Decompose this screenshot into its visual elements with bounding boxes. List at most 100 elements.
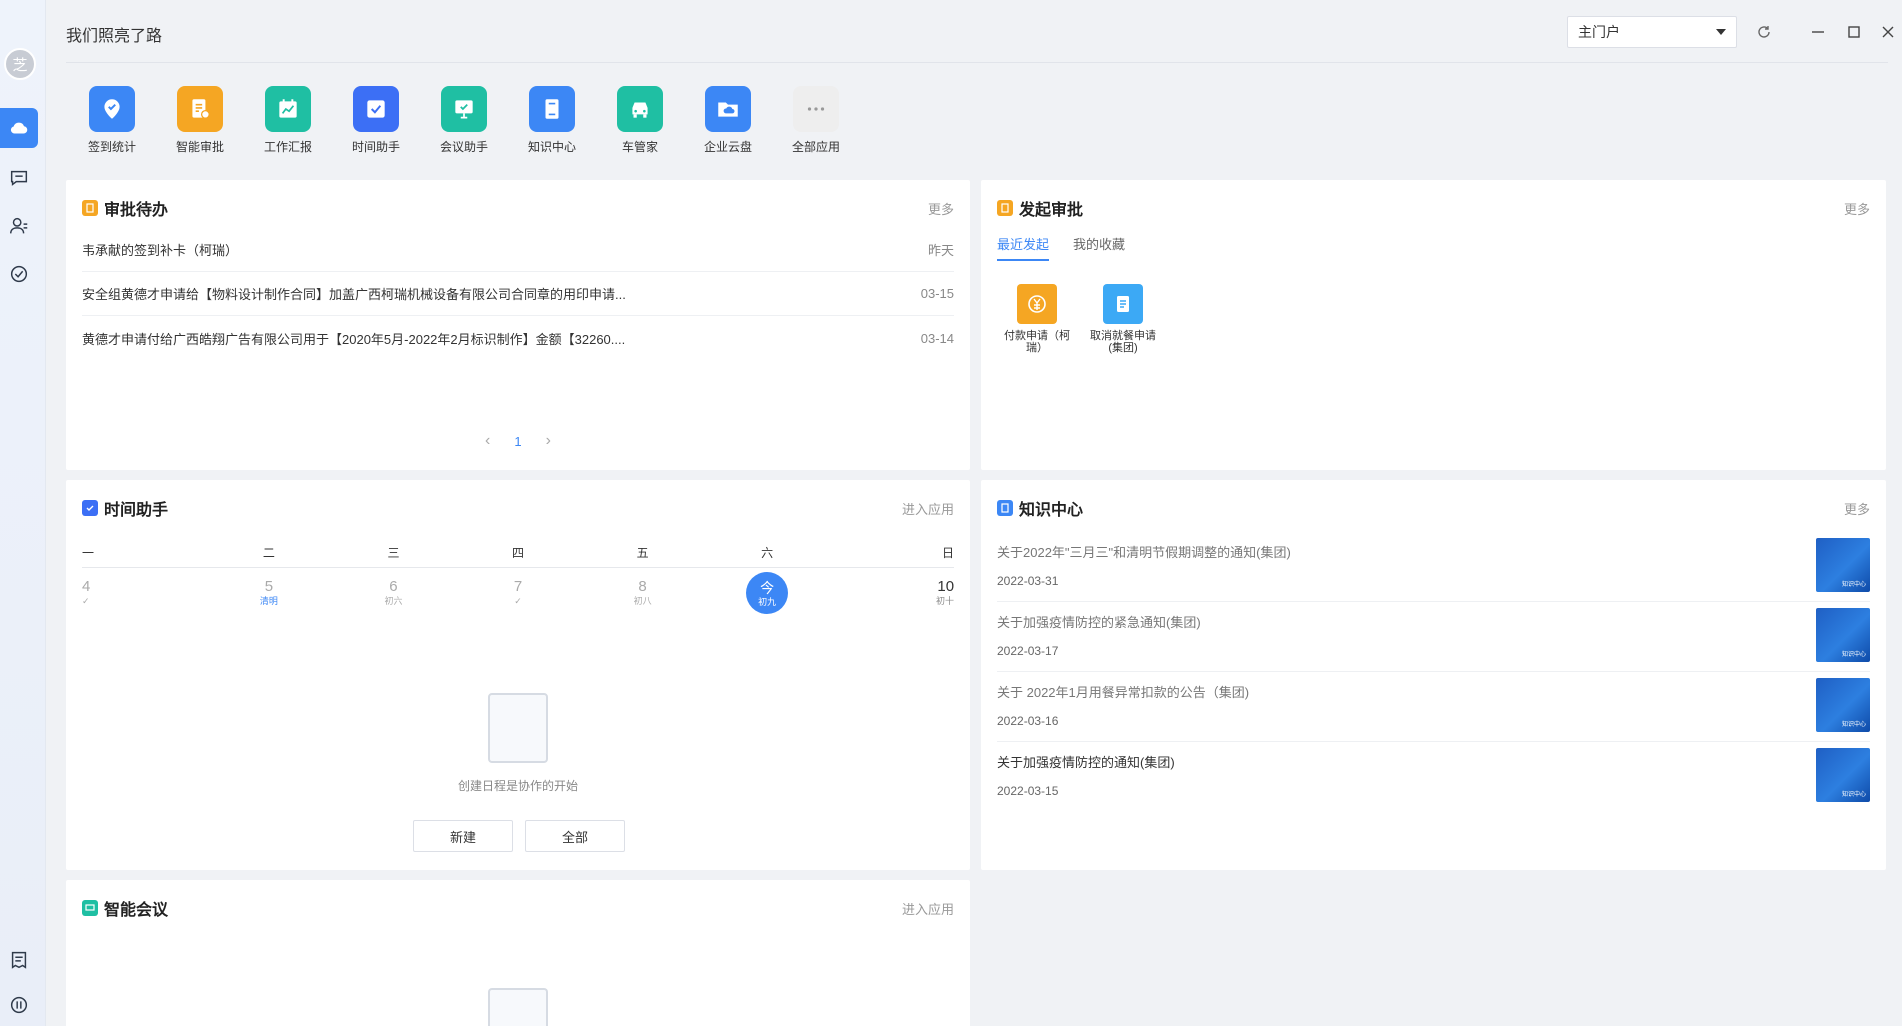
- location-pin-icon: [89, 86, 135, 132]
- app-cloud-drive[interactable]: 企业云盘: [684, 86, 772, 155]
- calendar-day-today[interactable]: 今 初九: [705, 572, 830, 628]
- card-title-text: 审批待办: [104, 202, 169, 219]
- weekday-label: 三: [387, 546, 400, 560]
- rail-item-settings[interactable]: [0, 985, 38, 1025]
- rail-item-contacts[interactable]: [0, 206, 38, 246]
- new-schedule-button[interactable]: 新建: [413, 820, 513, 852]
- more-link[interactable]: 更多: [1844, 499, 1870, 518]
- flow-label: 取消就餐申请(集团): [1090, 330, 1156, 354]
- meeting-screen-icon: [441, 86, 487, 132]
- portal-select[interactable]: 主门户: [1567, 16, 1737, 48]
- list-item[interactable]: 关于加强疫情防控的紧急通知(集团) 2022-03-17 知识中心: [997, 602, 1870, 672]
- approval-doc-icon: [177, 86, 223, 132]
- card-title: 智能会议: [82, 896, 168, 920]
- flow-cancel-meal[interactable]: 取消就餐申请(集团): [1083, 284, 1163, 354]
- article-thumbnail: 知识中心: [1816, 748, 1870, 802]
- day-sub: 清明: [259, 596, 278, 606]
- app-label: 全部应用: [791, 140, 840, 154]
- weekday-label: 六: [761, 546, 774, 560]
- tab-recent[interactable]: 最近发起: [997, 234, 1050, 261]
- card-title: 时间助手: [82, 496, 168, 520]
- enter-app-link[interactable]: 进入应用: [902, 899, 954, 918]
- minimize-button[interactable]: [1806, 20, 1830, 44]
- weekday-label: 二: [262, 546, 275, 560]
- empty-schedule-icon: [488, 693, 548, 763]
- rail-item-notes[interactable]: [0, 940, 38, 980]
- list-item[interactable]: 关于加强疫情防控的通知(集团) 2022-03-15 知识中心: [997, 742, 1870, 812]
- list-item[interactable]: 关于 2022年1月用餐异常扣款的公告（集团) 2022-03-16 知识中心: [997, 672, 1870, 742]
- calendar-day[interactable]: 4 ✓: [82, 578, 207, 628]
- chevron-right-icon[interactable]: ›: [546, 432, 551, 450]
- refresh-button[interactable]: [1752, 20, 1776, 44]
- rail-item-workbench[interactable]: [0, 108, 38, 148]
- article-title: 关于 2022年1月用餐异常扣款的公告（集团): [997, 685, 1250, 700]
- list-item-date: 昨天: [927, 243, 954, 258]
- list-item[interactable]: 黄德才申请付给广西皓翔广告有限公司用于【2020年5月-2022年2月标识制作】…: [82, 316, 954, 360]
- card-title: 审批待办: [82, 196, 168, 220]
- sliders-circle-icon: [10, 996, 28, 1014]
- chevron-down-icon: [1716, 29, 1726, 35]
- calendar-day[interactable]: 6 初六: [331, 578, 456, 628]
- chevron-left-icon[interactable]: ‹: [485, 432, 490, 450]
- topbar: 我们照亮了路 主门户: [46, 0, 1902, 63]
- calendar-day[interactable]: 10 初十: [829, 578, 954, 628]
- tab-favorites[interactable]: 我的收藏: [1073, 234, 1125, 261]
- card-title-text: 知识中心: [1019, 502, 1084, 519]
- day-number: 10: [937, 578, 955, 595]
- chat-icon: [10, 170, 28, 186]
- page-number[interactable]: 1: [514, 434, 521, 449]
- calendar-day[interactable]: 8 初八: [580, 578, 705, 628]
- app-smart-approval[interactable]: 智能审批: [156, 86, 244, 155]
- app-shortcuts: 签到统计 智能审批 工作汇报 时间助手 会议助手 知识中心 车管家 企业云盘 全…: [68, 86, 860, 155]
- enter-app-link[interactable]: 进入应用: [902, 499, 954, 518]
- list-item[interactable]: 韦承献的签到补卡（柯瑞） 昨天: [82, 228, 954, 272]
- clipboard-icon: [1103, 284, 1143, 324]
- cloud-folder-icon: [705, 86, 751, 132]
- approval-doc-icon: [82, 200, 98, 216]
- thumbnail-tag: 知识中心: [1841, 652, 1866, 658]
- card-header: 时间助手 进入应用: [82, 496, 954, 520]
- article-title: 关于2022年"三月三"和清明节假期调整的通知(集团): [997, 545, 1291, 560]
- week-days: 4 ✓ 5 清明 6 初六 7 ✓ 8 初八 今 初九 10 初十: [82, 572, 954, 628]
- cloud-icon: [10, 122, 28, 134]
- app-time-assistant[interactable]: 时间助手: [332, 86, 420, 155]
- calendar-day[interactable]: 5 清明: [207, 578, 332, 628]
- day-sub: ✓: [82, 596, 90, 606]
- app-checkin-stats[interactable]: 签到统计: [68, 86, 156, 155]
- list-item[interactable]: 安全组黄德才申请给【物料设计制作合同】加盖广西柯瑞机械设备有限公司合同章的用印申…: [82, 272, 954, 316]
- card-header: 审批待办 更多: [82, 196, 954, 220]
- more-link[interactable]: 更多: [928, 199, 954, 218]
- list-item[interactable]: 关于2022年"三月三"和清明节假期调整的通知(集团) 2022-03-31 知…: [997, 532, 1870, 602]
- all-schedules-button[interactable]: 全部: [525, 820, 625, 852]
- close-icon: [1882, 26, 1894, 38]
- rail-item-tasks[interactable]: [0, 254, 38, 294]
- app-all-apps[interactable]: 全部应用: [772, 86, 860, 155]
- more-link[interactable]: 更多: [1844, 199, 1870, 218]
- weekday-label: 五: [636, 546, 649, 560]
- day-number: 4: [82, 578, 91, 595]
- close-button[interactable]: [1876, 20, 1900, 44]
- flow-label: 付款申请（柯瑞）: [1004, 330, 1070, 354]
- app-label: 知识中心: [527, 140, 576, 154]
- rail-item-messages[interactable]: [0, 158, 38, 198]
- card-header: 智能会议 进入应用: [82, 896, 954, 920]
- smart-meeting-card: 智能会议 进入应用: [66, 880, 970, 1026]
- pagination: ‹ 1 ›: [66, 432, 970, 450]
- app-knowledge-center[interactable]: 知识中心: [508, 86, 596, 155]
- app-work-report[interactable]: 工作汇报: [244, 86, 332, 155]
- app-car-manager[interactable]: 车管家: [596, 86, 684, 155]
- calendar-check-icon: [353, 86, 399, 132]
- day-number: 7: [513, 578, 523, 595]
- book-icon: [529, 86, 575, 132]
- weekday-header: 一 二 三 四 五 六 日: [82, 544, 954, 568]
- avatar[interactable]: 芝: [4, 48, 36, 80]
- flow-payment-request[interactable]: 付款申请（柯瑞）: [997, 284, 1077, 354]
- portal-select-value: 主门户: [1578, 24, 1620, 40]
- app-meeting-assistant[interactable]: 会议助手: [420, 86, 508, 155]
- maximize-button[interactable]: [1842, 20, 1866, 44]
- main-area: 我们照亮了路 主门户 签到统计 智能审批 工作汇报 时间助手 会议助手 知识中心…: [46, 0, 1902, 1026]
- list-item-date: 03-15: [920, 286, 954, 301]
- app-label: 时间助手: [351, 140, 400, 154]
- calendar-day[interactable]: 7 ✓: [456, 578, 581, 628]
- day-sub: ✓: [514, 596, 522, 606]
